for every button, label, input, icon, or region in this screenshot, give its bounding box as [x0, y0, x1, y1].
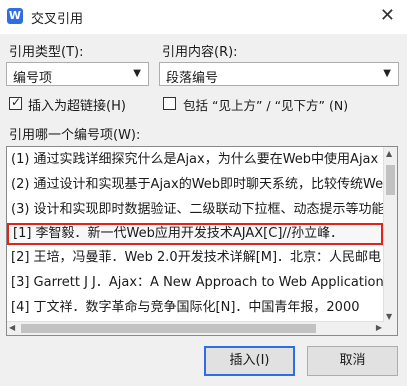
- scroll-up-icon[interactable]: ▲: [386, 149, 392, 158]
- list-item[interactable]: [2] 王培，冯曼菲．Web 2.0开发技术详解[M]．北京：人民邮电: [7, 247, 383, 269]
- checkmark-icon: ✓: [11, 95, 22, 109]
- wps-writer-icon: W: [7, 8, 23, 24]
- insert-hyperlink-label[interactable]: 插入为超链接(H): [28, 95, 126, 114]
- list-item[interactable]: (1) 通过实践详细探究什么是Ajax，为什么要在Web中使用Ajax: [7, 149, 383, 171]
- title-bar: W 交叉引用 ✕: [0, 0, 407, 34]
- dialog-title: 交叉引用: [31, 12, 84, 27]
- list-item[interactable]: (3) 设计和实现即时数据验证、二级联动下拉框、动态提示等功能: [7, 199, 383, 221]
- scrollbar-corner: [383, 322, 397, 335]
- reference-content-value: 段落编号: [166, 71, 219, 86]
- vertical-scroll-thumb[interactable]: [386, 165, 395, 195]
- list-item-selected[interactable]: [1] 李智毅．新一代Web应用开发技术AJAX[C]//孙立峰．: [7, 223, 383, 245]
- list-item[interactable]: (2) 通过设计和实现基于Ajax的Web即时聊天系统，比较传统Web应用: [7, 174, 383, 196]
- scroll-down-icon[interactable]: ▼: [386, 312, 392, 321]
- scroll-right-icon[interactable]: ▶: [376, 323, 382, 332]
- horizontal-scrollbar[interactable]: ◀ ▶: [7, 321, 384, 335]
- scroll-left-icon[interactable]: ◀: [9, 323, 15, 332]
- reference-content-select[interactable]: 段落编号 ▼: [159, 62, 399, 86]
- reference-type-value: 编号项: [13, 71, 53, 86]
- reference-type-select[interactable]: 编号项 ▼: [6, 62, 149, 86]
- list-item[interactable]: [3] Garrett J J．Ajax：A New Approach to W…: [7, 272, 383, 294]
- cancel-button[interactable]: 取消: [307, 346, 398, 376]
- reference-content-label: 引用内容(R):: [162, 45, 238, 60]
- include-position-label[interactable]: 包括 “见上方” / “见下方” (N): [183, 95, 348, 114]
- list-label: 引用哪一个编号项(W):: [9, 128, 141, 143]
- chevron-down-icon: ▼: [133, 68, 141, 79]
- list-item[interactable]: [4] 丁文祥．数字革命与竞争国际化[N]．中国青年报，2000: [7, 297, 383, 319]
- insert-button[interactable]: 插入(I): [204, 346, 295, 376]
- horizontal-scroll-thumb[interactable]: [21, 324, 316, 333]
- chevron-down-icon: ▼: [383, 68, 391, 79]
- vertical-scrollbar[interactable]: ▲ ▼: [383, 147, 397, 323]
- insert-hyperlink-checkbox[interactable]: ✓: [9, 95, 22, 110]
- include-position-checkbox[interactable]: [163, 97, 176, 110]
- close-icon[interactable]: ✕: [380, 5, 395, 26]
- numbered-items-list[interactable]: (1) 通过实践详细探究什么是Ajax，为什么要在Web中使用Ajax (2) …: [6, 146, 398, 336]
- reference-type-label: 引用类型(T):: [9, 45, 84, 60]
